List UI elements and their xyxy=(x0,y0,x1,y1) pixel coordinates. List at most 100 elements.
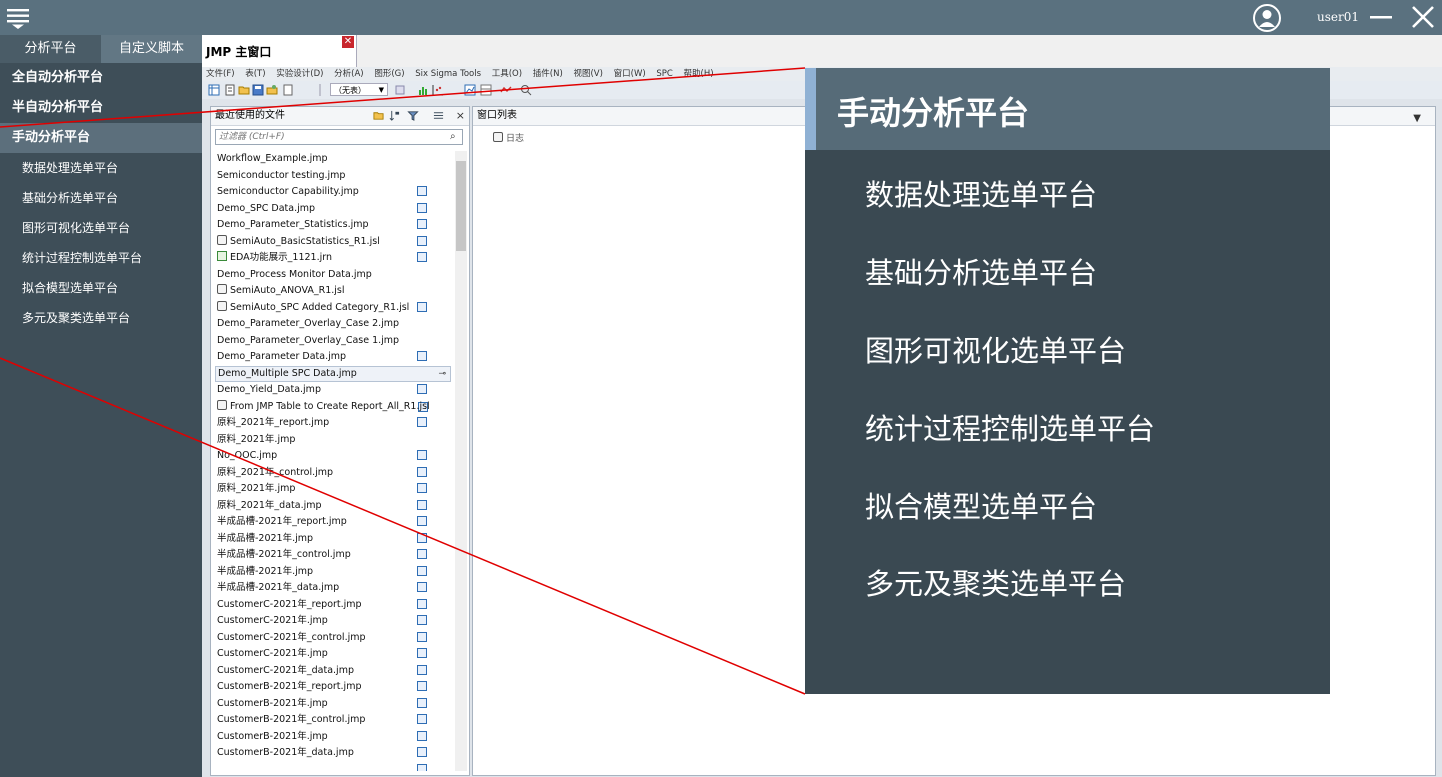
recent-file-item[interactable]: CustomerB-2021年_control.jmp xyxy=(215,712,451,757)
callout-item-data-processing[interactable]: 数据处理选单平台 xyxy=(865,172,1097,214)
recent-file-item[interactable]: SemiAuto_BasicStatistics_R1.jsl xyxy=(215,234,451,251)
save-icon[interactable] xyxy=(252,84,264,96)
tabulate-icon[interactable] xyxy=(480,84,492,96)
subset-icon[interactable] xyxy=(394,84,406,96)
tab-close-icon[interactable]: ✕ xyxy=(342,36,354,48)
pin-icon[interactable]: ⊸ xyxy=(438,367,446,382)
sidebar-subitem-fit-model[interactable]: 拟合模型选单平台 xyxy=(0,273,202,303)
recent-file-item[interactable]: 原料_2021年_report.jmp xyxy=(215,415,451,460)
sidebar-subitem-visualization[interactable]: 图形可视化选单平台 xyxy=(0,213,202,243)
graph-builder-icon[interactable] xyxy=(464,84,476,96)
minimize-icon[interactable] xyxy=(1369,6,1393,28)
menu-tools[interactable]: 工具(O) xyxy=(488,67,526,81)
sidebar-item-full-auto[interactable]: 全自动分析平台 xyxy=(0,63,202,93)
distribution-icon[interactable] xyxy=(418,84,430,96)
recent-file-item[interactable]: Demo_Process Monitor Data.jmp xyxy=(215,267,451,312)
recent-file-item[interactable]: CustomerC-2021年_report.jmp xyxy=(215,597,451,642)
recent-file-item[interactable]: EDA功能展示_1121.jrn xyxy=(215,250,451,267)
callout-item-visualization[interactable]: 图形可视化选单平台 xyxy=(865,328,1126,370)
menu-view[interactable]: 视图(V) xyxy=(569,67,606,81)
recent-file-item[interactable]: 原料_2021年.jmp xyxy=(215,432,451,477)
new-data-table-icon[interactable] xyxy=(208,84,220,96)
list-view-icon[interactable] xyxy=(433,110,444,121)
recent-file-item[interactable]: CustomerC-2021年_control.jmp xyxy=(215,630,451,675)
recent-file-item[interactable]: CustomerC-2021年.jmp xyxy=(215,613,451,658)
menu-six-sigma[interactable]: Six Sigma Tools xyxy=(411,67,485,81)
recent-file-item[interactable]: 原料_2021年_data.jmp xyxy=(215,498,451,543)
tab-custom-script[interactable]: 自定义脚本 xyxy=(101,35,202,63)
recent-file-item[interactable]: Demo_SPC Data.jmp xyxy=(215,201,451,246)
recent-file-item[interactable]: CustomerC-2021年_data.jmp xyxy=(215,663,451,708)
callout-item-spc[interactable]: 统计过程控制选单平台 xyxy=(865,406,1155,448)
recent-file-item[interactable]: CustomerB-2021年_report.jmp xyxy=(215,679,451,724)
recent-file-item[interactable]: Demo_Multiple SPC Data.jmp ⊸ xyxy=(215,365,451,412)
menu-doe[interactable]: 实验设计(D) xyxy=(272,67,327,81)
menu-spc[interactable]: SPC xyxy=(652,67,676,81)
sidebar-subitem-spc[interactable]: 统计过程控制选单平台 xyxy=(0,243,202,273)
sidebar-item-semi-auto[interactable]: 半自动分析平台 xyxy=(0,93,202,123)
sidebar-subitem-multivariate[interactable]: 多元及聚类选单平台 xyxy=(0,303,202,333)
window-entry-log[interactable]: 日志 xyxy=(493,131,524,144)
filter-icon[interactable] xyxy=(407,110,419,121)
open-folder-icon[interactable] xyxy=(238,84,250,96)
recent-file-item[interactable]: From JMP Table to Create Report_All_R1.j… xyxy=(215,399,451,416)
open-recent-icon[interactable] xyxy=(266,84,278,96)
recent-files-filter-input[interactable] xyxy=(215,129,463,145)
recent-file-item[interactable]: 半成品槽-2021年_data.jmp xyxy=(215,580,451,625)
recent-file-item[interactable]: SemiAuto_SPC Added Category_R1.jsl xyxy=(215,300,451,317)
recent-file-item[interactable]: 半成品槽-2021年_control.jmp xyxy=(215,547,451,592)
recent-file-item[interactable]: CustomerB-2021年.jmp xyxy=(215,729,451,771)
hamburger-menu-icon[interactable] xyxy=(4,6,32,30)
callout-item-fit-model[interactable]: 拟合模型选单平台 xyxy=(865,484,1097,526)
sidebar-item-manual[interactable]: 手动分析平台 xyxy=(0,123,202,153)
control-chart-icon[interactable] xyxy=(500,84,512,96)
recent-files-scrollbar[interactable] xyxy=(455,151,467,771)
callout-item-basic-analysis[interactable]: 基础分析选单平台 xyxy=(865,250,1097,292)
menu-table[interactable]: 表(T) xyxy=(241,67,269,81)
menu-help[interactable]: 帮助(H) xyxy=(680,67,718,81)
recent-file-item[interactable]: Demo_Parameter Data.jmp xyxy=(215,349,451,394)
callout-item-multivariate[interactable]: 多元及聚类选单平台 xyxy=(865,561,1126,603)
menu-analyze[interactable]: 分析(A) xyxy=(330,67,367,81)
recent-file-item[interactable]: 原料_2021年_control.jmp xyxy=(215,465,451,510)
tab-analysis-platform[interactable]: 分析平台 xyxy=(0,35,101,63)
recent-file-item[interactable]: Demo_Parameter_Overlay_Case 1.jmp xyxy=(215,333,451,378)
recent-panel-close-icon[interactable]: × xyxy=(456,107,465,125)
recent-file-item[interactable]: Demo_Parameter_Overlay_Case 2.jmp xyxy=(215,316,451,361)
recent-file-item[interactable]: 半成品槽-2021年_report.jmp xyxy=(215,514,451,559)
zoom-icon[interactable] xyxy=(520,84,532,96)
sidebar-subitem-data-processing[interactable]: 数据处理选单平台 xyxy=(0,153,202,183)
recent-file-item[interactable]: Demo_Yield_Data.jmp xyxy=(215,382,451,427)
recent-file-item[interactable]: SemiAuto_ANOVA_R1.jsl xyxy=(215,283,451,300)
menu-graph[interactable]: 图形(G) xyxy=(370,67,408,81)
recent-file-item[interactable]: Semiconductor testing.jmp xyxy=(215,168,451,213)
close-icon[interactable] xyxy=(1411,5,1435,29)
menu-window[interactable]: 窗口(W) xyxy=(610,67,650,81)
menu-addins[interactable]: 插件(N) xyxy=(529,67,567,81)
sort-icon[interactable] xyxy=(389,110,400,121)
search-icon[interactable]: ⌕ xyxy=(450,131,456,142)
table-select[interactable]: （无表） ▼ xyxy=(330,83,388,96)
recent-file-item[interactable]: 半成品槽-2021年.jmp xyxy=(215,564,451,609)
journal-icon[interactable] xyxy=(282,84,294,96)
recent-file-item[interactable]: Demo_Parameter_Statistics.jmp xyxy=(215,217,451,262)
recent-file-item[interactable]: 半成品槽-2021年.jmp xyxy=(215,531,451,576)
new-script-icon[interactable] xyxy=(224,84,236,96)
jsl-file-icon xyxy=(217,300,227,311)
recent-file-item[interactable]: CustomerB-2021年_data.jmp xyxy=(215,745,451,762)
scrollbar-thumb[interactable] xyxy=(456,161,466,251)
folder-open-icon[interactable] xyxy=(373,110,384,121)
recent-file-item[interactable]: CustomerC-2021年.jmp xyxy=(215,646,451,691)
user-avatar-icon[interactable] xyxy=(1252,3,1282,33)
recent-file-name: Demo_Parameter_Overlay_Case 2.jmp xyxy=(217,318,400,329)
recent-file-item[interactable]: 原料_2021年.jmp xyxy=(215,481,451,526)
recent-file-item[interactable]: Semiconductor Capability.jmp xyxy=(215,184,451,229)
recent-file-item[interactable]: Workflow_Example.jmp xyxy=(215,151,451,196)
menu-file[interactable]: 文件(F) xyxy=(202,67,239,81)
recent-file-item[interactable]: CustomerB-2021年.jmp xyxy=(215,696,451,741)
fit-y-by-x-icon[interactable] xyxy=(432,84,444,96)
sidebar-subitem-basic-analysis[interactable]: 基础分析选单平台 xyxy=(0,183,202,213)
recent-file-item[interactable]: No_OOC.jmp xyxy=(215,448,451,493)
filter-dropdown-icon[interactable]: ▼ xyxy=(1413,110,1421,128)
jmp-document-tab[interactable]: JMP 主窗口 ✕ xyxy=(202,35,357,67)
